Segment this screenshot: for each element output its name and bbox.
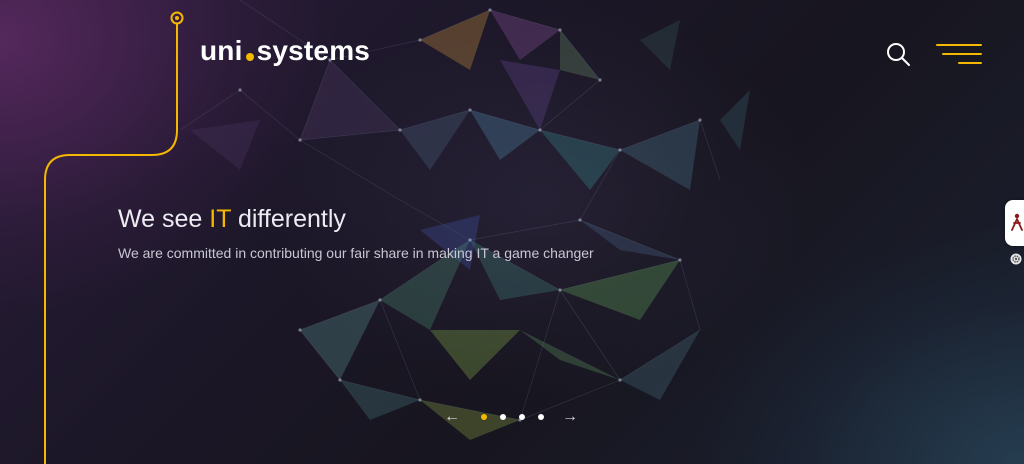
slider-dot-2[interactable] [500, 414, 506, 420]
accessibility-widget-button[interactable] [1005, 200, 1024, 246]
hero-banner: uni systems We see IT differently We are … [0, 0, 1024, 464]
hero-title-before: We see [118, 205, 210, 233]
slider-dot-3[interactable] [519, 414, 525, 420]
slider-dot-1[interactable] [481, 414, 487, 420]
uni-systems-logo[interactable]: uni systems [200, 34, 370, 68]
logo-text-systems: systems [256, 35, 371, 66]
accessibility-person-icon [1011, 213, 1023, 231]
hamburger-menu-icon[interactable] [934, 42, 984, 66]
hero-title: We see IT differently [118, 203, 346, 235]
slider-next-arrow[interactable]: → [562, 406, 578, 428]
logo-dot [245, 53, 254, 61]
gear-icon[interactable] [1010, 253, 1022, 265]
logo-text-uni: uni [200, 35, 243, 66]
search-icon[interactable] [884, 40, 912, 68]
menu-line-middle [942, 53, 982, 55]
hero-subtitle: We are committed in contributing our fai… [118, 245, 594, 261]
slider-prev-arrow[interactable]: ← [444, 406, 460, 428]
slider-navigation: ← → [444, 406, 584, 428]
menu-line-top [936, 44, 982, 46]
hero-title-after: differently [231, 205, 346, 233]
hero-title-highlight: IT [209, 205, 232, 233]
menu-line-bottom [958, 62, 982, 64]
slider-dot-4[interactable] [538, 414, 544, 420]
